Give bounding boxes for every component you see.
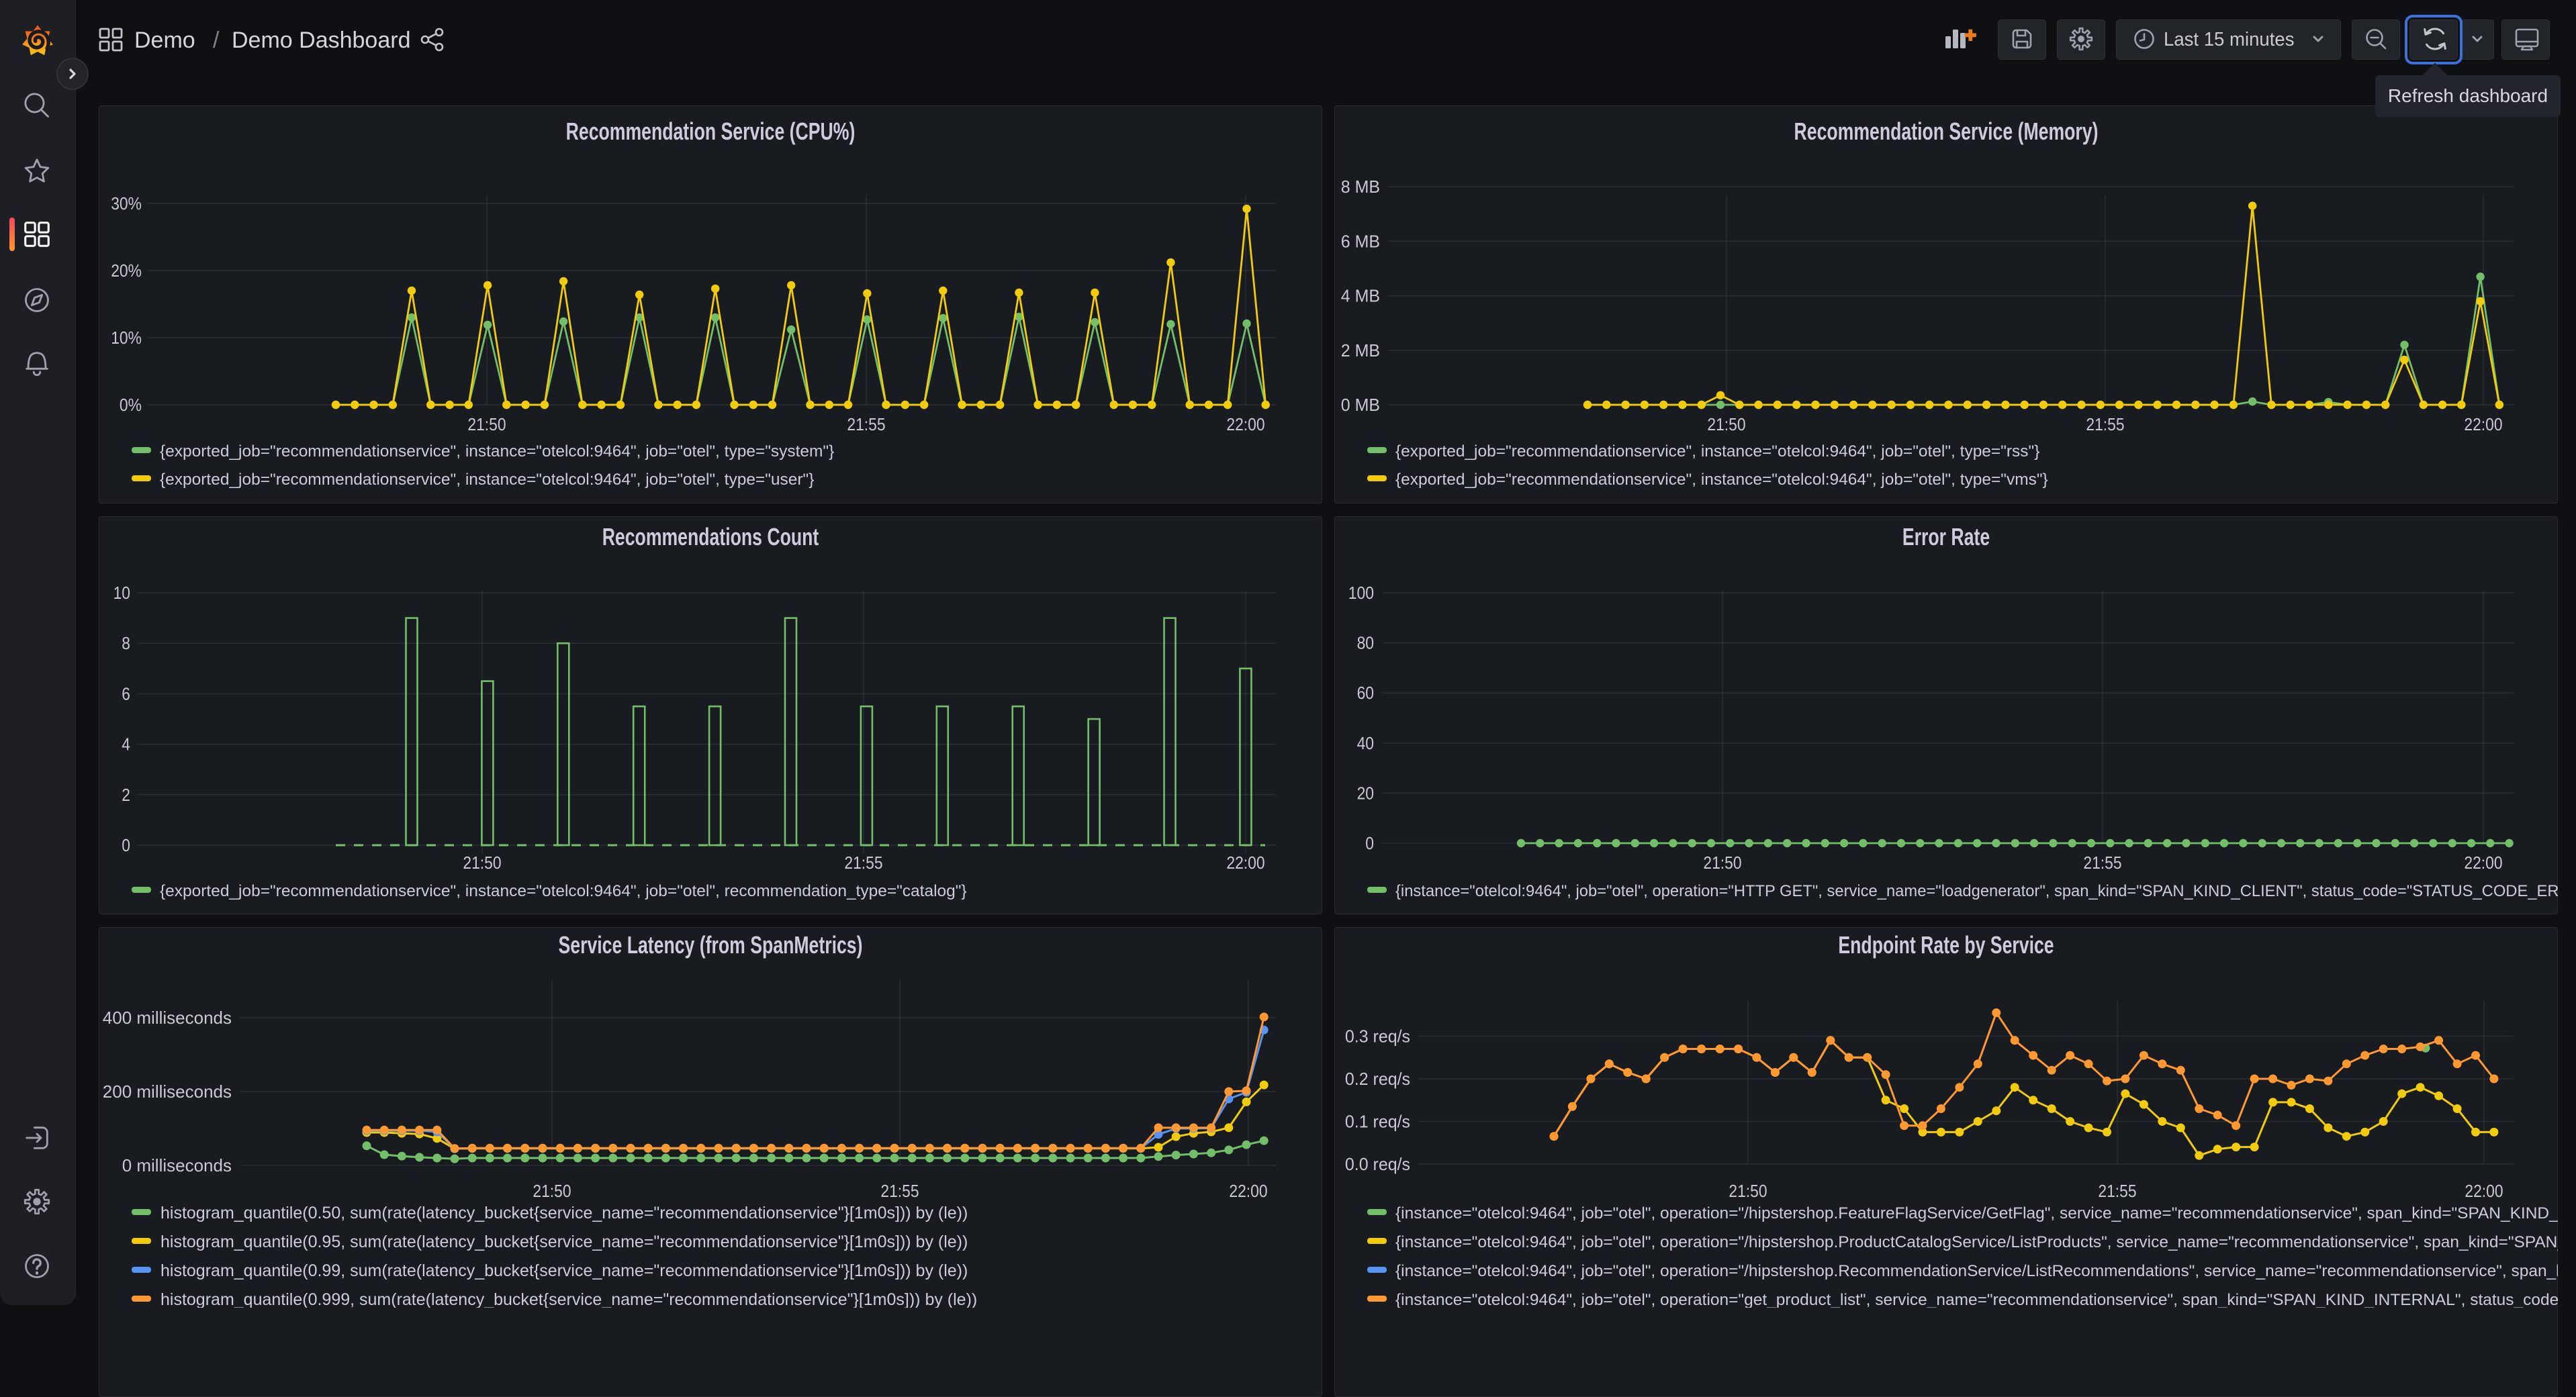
svg-text:Demo Dashboard: Demo Dashboard — [232, 28, 410, 53]
svg-text:0.3 req/s: 0.3 req/s — [1345, 1026, 1410, 1047]
svg-text:0.0 req/s: 0.0 req/s — [1345, 1154, 1410, 1174]
svg-text:4: 4 — [122, 734, 130, 755]
svg-text:60: 60 — [1357, 683, 1374, 703]
svg-text:21:55: 21:55 — [2083, 853, 2121, 873]
svg-text:80: 80 — [1357, 633, 1374, 653]
svg-text:21:50: 21:50 — [467, 414, 506, 434]
svg-text:4 MB: 4 MB — [1341, 286, 1380, 306]
svg-text:0.2 req/s: 0.2 req/s — [1345, 1069, 1410, 1089]
svg-text:21:55: 21:55 — [2086, 414, 2124, 434]
svg-text:0 milliseconds: 0 milliseconds — [122, 1155, 232, 1175]
svg-text:Recommendation Service (CPU%): Recommendation Service (CPU%) — [566, 117, 856, 145]
svg-text:0.1 req/s: 0.1 req/s — [1345, 1112, 1410, 1132]
svg-text:400 milliseconds: 400 milliseconds — [103, 1008, 232, 1028]
svg-text:6 MB: 6 MB — [1341, 231, 1380, 251]
svg-text:{exported_job="recommendations: {exported_job="recommendationservice", i… — [160, 442, 834, 461]
svg-text:2: 2 — [122, 785, 130, 805]
svg-text:{exported_job="recommendations: {exported_job="recommendationservice", i… — [1395, 442, 2039, 461]
svg-text:0 MB: 0 MB — [1341, 395, 1380, 415]
svg-text:8: 8 — [122, 633, 130, 653]
svg-text:{exported_job="recommendations: {exported_job="recommendationservice", i… — [160, 471, 814, 489]
svg-text:22:00: 22:00 — [1226, 853, 1264, 873]
svg-text:histogram_quantile(0.95, sum(r: histogram_quantile(0.95, sum(rate(latenc… — [160, 1233, 968, 1251]
svg-text:22:00: 22:00 — [1229, 1181, 1267, 1201]
svg-text:{instance="otelcol:9464", job=: {instance="otelcol:9464", job="otel", op… — [1395, 882, 2576, 900]
svg-text:{exported_job="recommendations: {exported_job="recommendationservice", i… — [160, 882, 967, 900]
svg-text:{exported_job="recommendations: {exported_job="recommendationservice", i… — [1395, 471, 2048, 489]
svg-text:21:50: 21:50 — [463, 853, 501, 873]
svg-text:21:50: 21:50 — [1729, 1181, 1767, 1201]
svg-text:Service Latency (from SpanMetr: Service Latency (from SpanMetrics) — [559, 931, 863, 959]
svg-text:22:00: 22:00 — [2464, 414, 2502, 434]
svg-text:21:55: 21:55 — [880, 1181, 919, 1201]
svg-text:21:50: 21:50 — [1703, 853, 1741, 873]
svg-text:{instance="otelcol:9464", job=: {instance="otelcol:9464", job="otel", op… — [1395, 1233, 2576, 1251]
svg-text:0: 0 — [122, 835, 130, 855]
svg-text:/: / — [213, 28, 220, 53]
svg-text:Recommendation Service (Memory: Recommendation Service (Memory) — [1794, 117, 2099, 145]
svg-text:21:55: 21:55 — [847, 414, 885, 434]
svg-text:10: 10 — [113, 583, 130, 603]
svg-text:0: 0 — [1365, 833, 1374, 853]
svg-text:Last 15 minutes: Last 15 minutes — [2164, 29, 2295, 50]
svg-text:22:00: 22:00 — [2464, 853, 2502, 873]
svg-text:histogram_quantile(0.999, sum(: histogram_quantile(0.999, sum(rate(laten… — [160, 1290, 977, 1308]
svg-text:0%: 0% — [120, 395, 142, 415]
svg-text:20%: 20% — [111, 260, 142, 281]
svg-text:21:55: 21:55 — [2098, 1181, 2136, 1201]
svg-text:22:00: 22:00 — [1226, 414, 1264, 434]
svg-text:8 MB: 8 MB — [1341, 177, 1380, 197]
svg-text:30%: 30% — [111, 193, 142, 213]
svg-text:Error Rate: Error Rate — [1902, 523, 1990, 550]
svg-text:Demo: Demo — [134, 28, 195, 53]
svg-text:{instance="otelcol:9464", job=: {instance="otelcol:9464", job="otel", op… — [1395, 1262, 2576, 1280]
svg-text:Endpoint Rate by Service: Endpoint Rate by Service — [1838, 931, 2054, 959]
svg-text:21:55: 21:55 — [844, 853, 882, 873]
svg-text:{instance="otelcol:9464", job=: {instance="otelcol:9464", job="otel", op… — [1395, 1204, 2576, 1222]
svg-text:21:50: 21:50 — [1707, 414, 1745, 434]
svg-text:Recommendations Count: Recommendations Count — [602, 523, 819, 550]
svg-text:40: 40 — [1357, 733, 1374, 753]
svg-text:histogram_quantile(0.50, sum(r: histogram_quantile(0.50, sum(rate(latenc… — [160, 1204, 968, 1222]
svg-text:histogram_quantile(0.99, sum(r: histogram_quantile(0.99, sum(rate(latenc… — [160, 1261, 968, 1280]
svg-text:21:50: 21:50 — [533, 1181, 571, 1201]
svg-text:10%: 10% — [111, 328, 142, 348]
svg-text:{instance="otelcol:9464", job=: {instance="otelcol:9464", job="otel", op… — [1395, 1291, 2576, 1308]
svg-text:20: 20 — [1357, 783, 1374, 803]
svg-text:6: 6 — [122, 683, 130, 704]
svg-text:2 MB: 2 MB — [1341, 340, 1380, 360]
svg-text:100: 100 — [1348, 583, 1374, 603]
svg-text:200 milliseconds: 200 milliseconds — [103, 1081, 232, 1102]
svg-text:22:00: 22:00 — [2465, 1181, 2503, 1201]
